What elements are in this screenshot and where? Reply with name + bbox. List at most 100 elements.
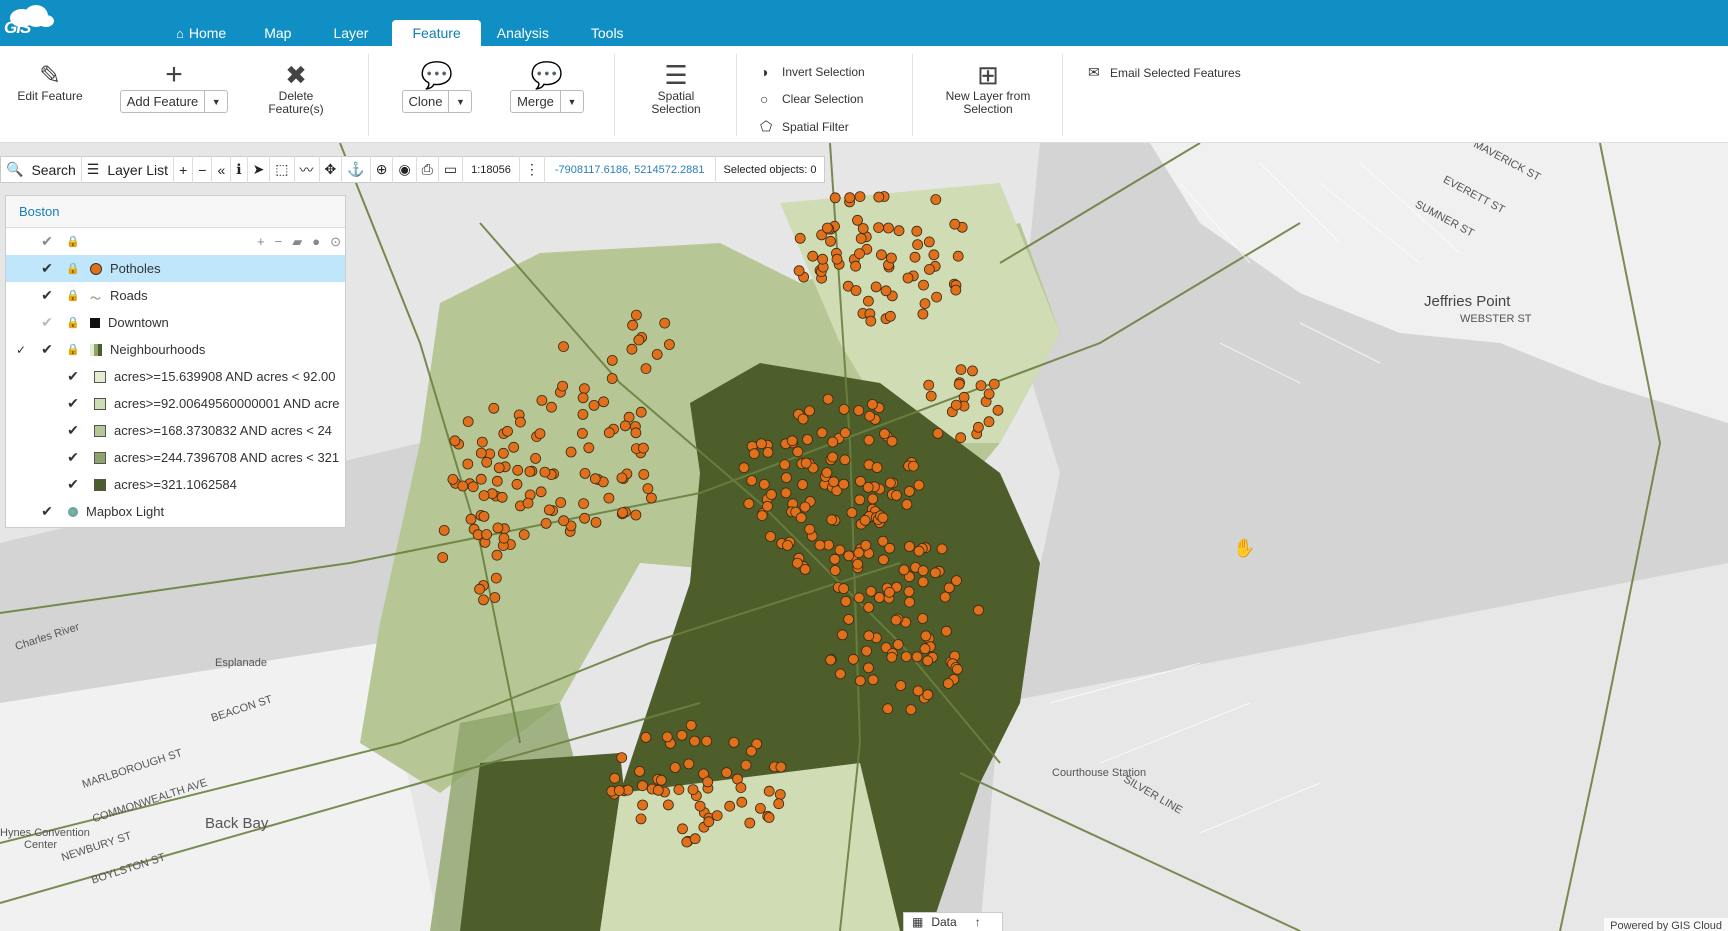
measure-button[interactable]: 〰: [295, 156, 320, 183]
visibility-checkbox[interactable]: ✔: [40, 341, 54, 358]
pothole-marker[interactable]: [967, 365, 978, 377]
pothole-marker[interactable]: [651, 348, 663, 360]
add-layer-icon[interactable]: +: [257, 234, 265, 250]
pothole-marker[interactable]: [633, 334, 645, 346]
pothole-marker[interactable]: [917, 308, 929, 320]
pothole-marker[interactable]: [854, 675, 866, 687]
pothole-marker[interactable]: [846, 507, 858, 519]
pothole-marker[interactable]: [481, 456, 493, 468]
pothole-marker[interactable]: [496, 491, 508, 503]
pothole-marker[interactable]: [626, 343, 638, 355]
pothole-marker[interactable]: [491, 549, 503, 561]
pothole-marker[interactable]: [766, 489, 777, 500]
pothole-marker[interactable]: [870, 281, 882, 293]
pothole-marker[interactable]: [640, 732, 652, 743]
pothole-marker[interactable]: [843, 613, 855, 625]
pothole-marker[interactable]: [756, 438, 767, 450]
pothole-marker[interactable]: [799, 501, 811, 513]
pothole-marker[interactable]: [879, 428, 890, 440]
pothole-marker[interactable]: [598, 396, 609, 408]
pothole-marker[interactable]: [756, 510, 768, 522]
pothole-marker[interactable]: [782, 539, 793, 551]
pothole-marker[interactable]: [606, 354, 618, 366]
zoom-to-layer-icon[interactable]: ⊙: [330, 234, 341, 250]
pothole-marker[interactable]: [890, 614, 902, 626]
pothole-marker[interactable]: [863, 295, 874, 307]
pothole-marker[interactable]: [873, 191, 885, 203]
pothole-marker[interactable]: [848, 653, 859, 665]
pothole-marker[interactable]: [952, 250, 964, 262]
pothole-marker[interactable]: [655, 774, 667, 786]
pothole-marker[interactable]: [853, 592, 865, 604]
pothole-marker[interactable]: [955, 432, 967, 444]
pothole-marker[interactable]: [635, 406, 647, 418]
pothole-marker[interactable]: [884, 586, 895, 598]
pothole-marker[interactable]: [892, 639, 904, 650]
pothole-marker[interactable]: [863, 434, 875, 446]
pothole-marker[interactable]: [883, 222, 894, 234]
pothole-marker[interactable]: [882, 703, 894, 715]
lock-icon[interactable]: 🔒: [66, 343, 80, 356]
visibility-checkbox[interactable]: ✔: [66, 449, 80, 466]
merge-button[interactable]: Merge ▼: [510, 90, 584, 113]
chevron-down-icon[interactable]: ✓: [14, 343, 28, 357]
pothole-marker[interactable]: [863, 601, 875, 613]
pothole-marker[interactable]: [447, 473, 459, 485]
pothole-marker[interactable]: [901, 498, 913, 510]
pothole-marker[interactable]: [462, 416, 474, 428]
pothole-marker[interactable]: [854, 191, 866, 202]
pothole-marker[interactable]: [800, 457, 812, 469]
pothole-marker[interactable]: [880, 285, 892, 297]
layer-row-potholes[interactable]: ✔ 🔒 Potholes: [6, 255, 345, 282]
pothole-marker[interactable]: [867, 493, 879, 505]
pothole-marker[interactable]: [475, 447, 487, 459]
pothole-marker[interactable]: [942, 678, 954, 689]
pothole-marker[interactable]: [736, 796, 748, 808]
pothole-marker[interactable]: [884, 542, 895, 554]
pothole-marker[interactable]: [863, 630, 875, 642]
pothole-marker[interactable]: [852, 558, 864, 570]
pothole-marker[interactable]: [918, 279, 929, 291]
layer-row-neighbourhoods[interactable]: ✓ ✔ 🔒 Neighbourhoods: [6, 336, 345, 363]
email-selected-features-button[interactable]: ✉ Email Selected Features: [1088, 64, 1241, 81]
pothole-marker[interactable]: [701, 735, 713, 747]
pothole-marker[interactable]: [817, 253, 828, 265]
pothole-marker[interactable]: [489, 592, 501, 603]
data-panel-tab[interactable]: ▦ Data ↑: [903, 912, 1003, 931]
pothole-marker[interactable]: [475, 473, 487, 485]
pothole-marker[interactable]: [838, 583, 850, 595]
pothole-marker[interactable]: [558, 341, 569, 353]
tab-analysis[interactable]: Analysis: [481, 20, 565, 46]
pothole-marker[interactable]: [983, 388, 995, 400]
pothole-marker[interactable]: [765, 531, 776, 542]
pothole-marker[interactable]: [638, 468, 650, 480]
visibility-checkbox[interactable]: ✔: [66, 395, 80, 412]
pothole-marker[interactable]: [546, 401, 557, 413]
pothole-marker[interactable]: [905, 704, 917, 715]
pothole-marker[interactable]: [951, 575, 962, 587]
pothole-marker[interactable]: [886, 435, 898, 447]
pothole-marker[interactable]: [988, 378, 1000, 390]
edit-feature-button[interactable]: ✎ Edit Feature: [14, 60, 86, 103]
gis-cloud-logo[interactable]: GIS: [2, 2, 54, 42]
pothole-marker[interactable]: [746, 745, 757, 757]
pothole-marker[interactable]: [973, 604, 984, 616]
pothole-marker[interactable]: [498, 532, 510, 544]
pothole-marker[interactable]: [792, 557, 803, 569]
pothole-marker[interactable]: [687, 784, 699, 795]
tab-feature[interactable]: Feature: [392, 20, 481, 46]
pothole-marker[interactable]: [898, 564, 910, 576]
pothole-marker[interactable]: [838, 478, 850, 490]
pothole-marker[interactable]: [850, 260, 861, 272]
pothole-marker[interactable]: [913, 479, 925, 491]
pothole-marker[interactable]: [854, 248, 865, 259]
pothole-marker[interactable]: [975, 380, 987, 392]
scale-bar-button[interactable]: ▭: [439, 156, 464, 183]
pothole-marker[interactable]: [844, 192, 856, 204]
pothole-marker[interactable]: [922, 655, 934, 667]
pothole-marker[interactable]: [518, 529, 530, 541]
pothole-marker[interactable]: [502, 425, 513, 437]
pothole-marker[interactable]: [740, 759, 752, 771]
pothole-marker[interactable]: [871, 462, 883, 473]
pothole-marker[interactable]: [886, 252, 897, 264]
